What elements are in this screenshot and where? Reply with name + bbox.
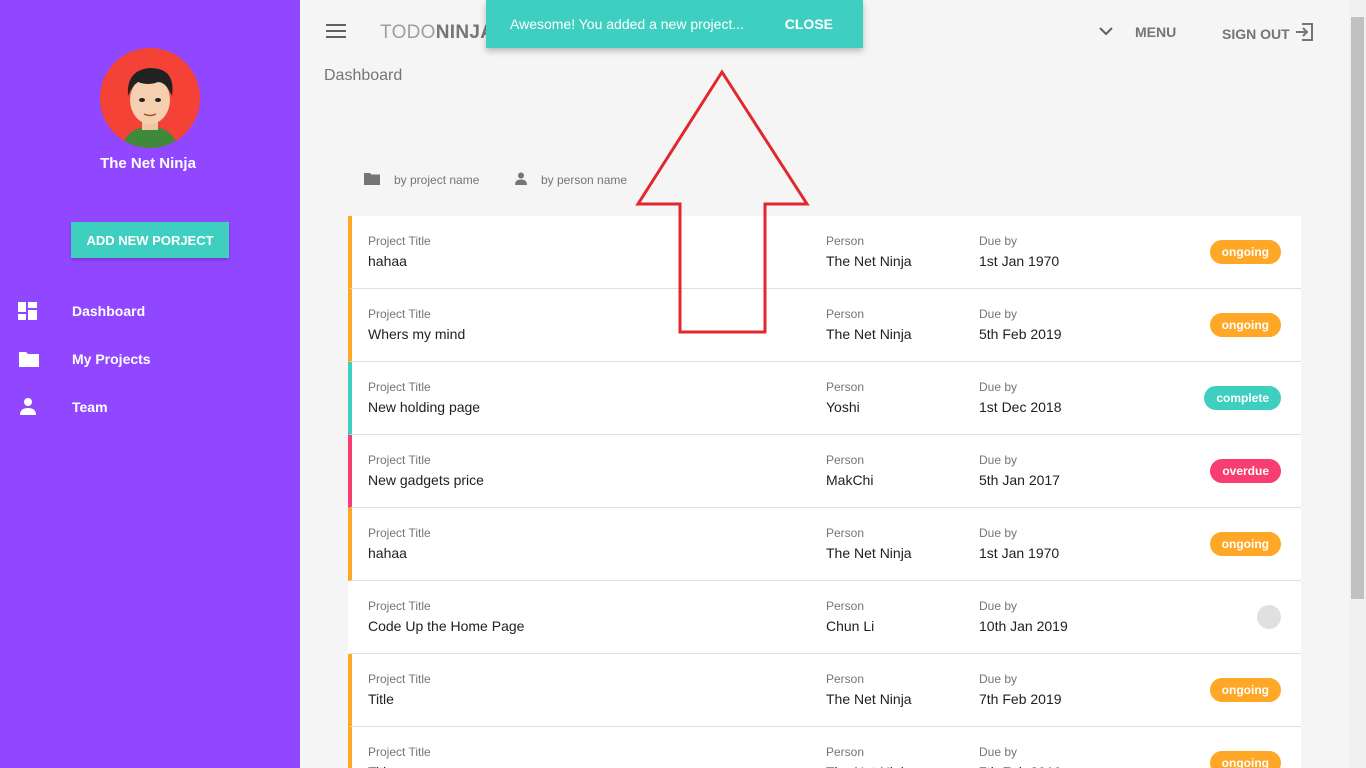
due-label: Due by (979, 307, 1018, 321)
project-due-date: 7th Feb 2019 (979, 764, 1062, 768)
sidebar-item-team[interactable]: Team (0, 387, 300, 427)
project-person: MakChi (826, 472, 874, 488)
person-label: Person (826, 599, 865, 613)
title-label: Project Title (368, 234, 431, 248)
snackbar-close-button[interactable]: CLOSE (785, 16, 833, 32)
sort-by-person-button[interactable]: by person name (515, 172, 627, 188)
status-chip[interactable] (1257, 605, 1281, 629)
status-chip[interactable]: ongoing (1209, 678, 1281, 702)
person-label: Person (826, 307, 865, 321)
project-due-date: 1st Dec 2018 (979, 399, 1062, 415)
project-row[interactable]: Project Title Title Person The Net Ninja Due… (348, 727, 1301, 768)
sidebar-item-label: Team (72, 399, 108, 415)
project-title: Code Up the Home Page (368, 618, 525, 634)
project-title: hahaa (368, 253, 407, 269)
due-label: Due by (979, 380, 1018, 394)
project-due-date: 1st Jan 1970 (979, 545, 1060, 561)
avatar (100, 48, 200, 148)
person-label: Person (826, 745, 865, 759)
due-label: Due by (979, 453, 1018, 467)
project-row[interactable]: Project Title Title Person The Net Ninja Due… (348, 654, 1301, 727)
project-row[interactable]: Project Title hahaa Person The Net Ninja Due… (348, 508, 1301, 581)
due-label: Due by (979, 745, 1018, 759)
person-label: Person (826, 234, 865, 248)
project-row[interactable]: Project Title New holding page Person Yoshi… (348, 362, 1301, 435)
project-person: Yoshi (826, 399, 860, 415)
project-due-date: 10th Jan 2019 (979, 618, 1068, 634)
project-row[interactable]: Project Title New gadgets price Person MakC… (348, 435, 1301, 508)
red-arrow-annotation (635, 69, 810, 334)
user-name: The Net Ninja (100, 155, 196, 172)
sidebar: The Net Ninja ADD NEW PORJECT Dashboard … (0, 0, 300, 768)
status-chip[interactable]: ongoing (1209, 751, 1281, 768)
status-chip[interactable]: ongoing (1209, 532, 1281, 556)
project-person: The Net Ninja (826, 326, 912, 342)
person-icon (18, 397, 38, 417)
folder-icon (18, 349, 39, 369)
dashboard-icon (18, 301, 38, 321)
title-label: Project Title (368, 526, 431, 540)
add-new-project-button[interactable]: ADD NEW PORJECT (71, 222, 229, 258)
title-label: Project Title (368, 307, 431, 321)
person-label: Person (826, 672, 865, 686)
sidebar-item-label: My Projects (72, 351, 151, 367)
menu-toggle-icon[interactable] (326, 24, 346, 40)
project-row[interactable]: Project Title Code Up the Home Page Person… (348, 581, 1301, 654)
title-label: Project Title (368, 599, 431, 613)
app-title: TODONINJA (380, 22, 494, 44)
chevron-down-icon[interactable] (1099, 24, 1113, 38)
sidebar-item-label: Dashboard (72, 303, 146, 319)
status-chip[interactable]: overdue (1210, 459, 1281, 483)
title-label: Project Title (368, 453, 431, 467)
snackbar-message: Awesome! You added a new project... (510, 16, 745, 32)
sidebar-item-my-projects[interactable]: My Projects (0, 339, 300, 379)
due-label: Due by (979, 234, 1018, 248)
sort-by-project-button[interactable]: by project name (364, 172, 479, 188)
project-person: Chun Li (826, 618, 875, 634)
person-label: Person (826, 453, 865, 467)
page-title: Dashboard (324, 67, 403, 84)
project-title: hahaa (368, 545, 407, 561)
due-label: Due by (979, 672, 1018, 686)
project-due-date: 1st Jan 1970 (979, 253, 1060, 269)
project-title: New gadgets price (368, 472, 484, 488)
project-row[interactable]: Project Title hahaa Person The Net Ninja Due… (348, 216, 1301, 289)
folder-icon (364, 172, 380, 188)
scrollbar-thumb[interactable] (1351, 17, 1364, 599)
status-chip[interactable]: ongoing (1209, 313, 1281, 337)
person-label: Person (826, 380, 865, 394)
status-chip[interactable]: complete (1204, 386, 1281, 410)
due-label: Due by (979, 599, 1018, 613)
project-title: New holding page (368, 399, 481, 415)
project-person: The Net Ninja (826, 545, 912, 561)
sort-by-person-label: by person name (541, 173, 628, 187)
title-label: Project Title (368, 745, 431, 759)
project-person: The Net Ninja (826, 764, 912, 768)
exit-icon (1294, 22, 1314, 45)
title-label: Project Title (368, 380, 431, 394)
due-label: Due by (979, 526, 1018, 540)
status-chip[interactable]: ongoing (1209, 240, 1281, 264)
person-label: Person (826, 526, 865, 540)
sort-by-project-label: by project name (394, 173, 480, 187)
project-person: The Net Ninja (826, 691, 912, 707)
project-due-date: 5th Jan 2017 (979, 472, 1060, 488)
project-due-date: 7th Feb 2019 (979, 691, 1062, 707)
person-icon (515, 172, 527, 188)
project-title: Title (368, 764, 394, 768)
project-list: Project Title hahaa Person The Net Ninja Due… (348, 216, 1301, 768)
brand-light: TODO (380, 22, 436, 43)
project-due-date: 5th Feb 2019 (979, 326, 1062, 342)
project-title: Whers my mind (368, 326, 466, 342)
sign-out-button[interactable]: SIGN OUT (1222, 22, 1314, 45)
menu-button[interactable]: MENU (1135, 24, 1176, 40)
title-label: Project Title (368, 672, 431, 686)
project-title: Title (368, 691, 394, 707)
project-row[interactable]: Project Title Whers my mind Person The Net … (348, 289, 1301, 362)
sign-out-label: SIGN OUT (1222, 25, 1290, 42)
sidebar-item-dashboard[interactable]: Dashboard (0, 291, 300, 331)
snackbar: Awesome! You added a new project... CLOS… (486, 0, 863, 48)
project-person: The Net Ninja (826, 253, 912, 269)
